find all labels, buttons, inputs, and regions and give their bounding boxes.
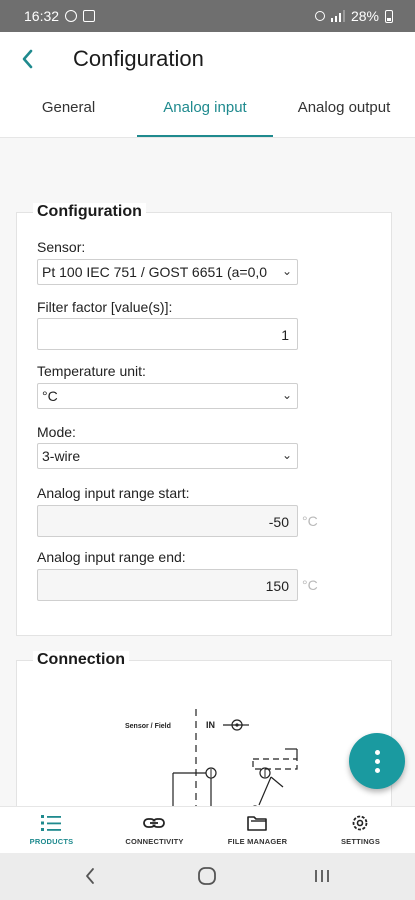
- configuration-card: Configuration Sensor: Pt 100 IEC 751 / G…: [16, 203, 392, 636]
- more-options-fab[interactable]: [349, 733, 405, 789]
- mode-value: 3-wire: [42, 448, 81, 464]
- nav-settings-label: SETTINGS: [340, 837, 381, 846]
- chevron-down-icon: ⌄: [281, 264, 292, 278]
- connection-card: Connection Sensor / Field IN: [16, 651, 392, 806]
- range-end-input[interactable]: 150: [37, 569, 298, 601]
- nav-connectivity[interactable]: CONNECTIVITY: [103, 807, 206, 854]
- range-start-unit: °C: [302, 513, 318, 529]
- nav-products-label: PRODUCTS: [29, 837, 74, 846]
- recents-icon[interactable]: [312, 865, 332, 887]
- temperature-unit-value: °C: [42, 388, 58, 404]
- battery-percent: 28%: [350, 8, 379, 24]
- bottom-nav: PRODUCTS CONNECTIVITY FILE MANAGER SETTI…: [0, 806, 415, 853]
- tab-bar: General Analog input Analog output: [0, 88, 415, 138]
- filter-factor-input[interactable]: 1: [37, 318, 298, 350]
- back-button[interactable]: [18, 46, 42, 74]
- back-icon[interactable]: [82, 865, 98, 887]
- whatsapp-icon: [65, 10, 78, 22]
- app-bar: Configuration: [0, 32, 415, 88]
- chevron-down-icon: ⌄: [281, 388, 292, 402]
- nav-connectivity-label: CONNECTIVITY: [125, 837, 184, 846]
- diagram-label-sensor-field: Sensor / Field: [125, 723, 171, 730]
- filter-factor-label: Filter factor [value(s)]:: [37, 299, 173, 315]
- system-nav-bar: [0, 853, 415, 900]
- nav-products[interactable]: PRODUCTS: [0, 807, 103, 854]
- connection-card-title: Connection: [33, 651, 129, 669]
- nav-settings[interactable]: SETTINGS: [309, 807, 412, 854]
- status-bar: 16:32 28%: [0, 0, 415, 32]
- image-icon: [83, 10, 96, 22]
- folder-icon: [247, 816, 267, 831]
- signal-icon: [330, 10, 345, 22]
- list-icon: [41, 815, 61, 831]
- temperature-unit-label: Temperature unit:: [37, 363, 146, 379]
- nav-file-manager[interactable]: FILE MANAGER: [206, 807, 309, 854]
- sensor-value: Pt 100 IEC 751 / GOST 6651 (a=0,0: [42, 264, 268, 280]
- chevron-down-icon: ⌄: [281, 448, 292, 462]
- range-start-label: Analog input range start:: [37, 485, 190, 501]
- tab-analog-input[interactable]: Analog input: [137, 88, 273, 138]
- content-area[interactable]: Configuration Sensor: Pt 100 IEC 751 / G…: [0, 138, 415, 806]
- status-bar-right: 28%: [314, 8, 393, 24]
- range-end-unit: °C: [302, 577, 318, 593]
- tab-analog-output[interactable]: Analog output: [273, 88, 415, 138]
- range-end-label: Analog input range end:: [37, 549, 186, 565]
- connection-diagram: Sensor / Field IN: [125, 709, 298, 806]
- tab-indicator: [137, 135, 273, 137]
- mode-select[interactable]: 3-wire ⌄: [37, 443, 298, 469]
- configuration-card-title: Configuration: [33, 203, 146, 221]
- sensor-select[interactable]: Pt 100 IEC 751 / GOST 6651 (a=0,0 ⌄: [37, 259, 298, 285]
- temperature-unit-select[interactable]: °C ⌄: [37, 383, 298, 409]
- page-title: Configuration: [73, 46, 204, 71]
- alarm-icon: [314, 11, 325, 21]
- tab-general[interactable]: General: [0, 88, 137, 138]
- link-icon: [143, 818, 165, 828]
- gear-icon: [352, 815, 368, 831]
- range-start-input[interactable]: -50: [37, 505, 298, 537]
- status-bar-left: 16:32: [24, 8, 96, 24]
- battery-icon: [385, 9, 393, 23]
- mode-label: Mode:: [37, 424, 76, 440]
- status-time: 16:32: [24, 8, 60, 24]
- chevron-left-icon: [22, 49, 33, 69]
- nav-file-manager-label: FILE MANAGER: [227, 837, 288, 846]
- sensor-label: Sensor:: [37, 239, 86, 255]
- home-icon[interactable]: [196, 865, 218, 887]
- diagram-label-in: IN: [206, 720, 215, 730]
